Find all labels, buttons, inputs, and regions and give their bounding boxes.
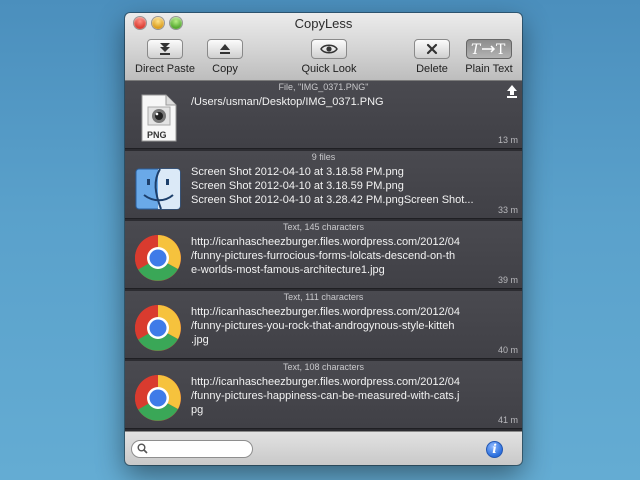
- clip-line: e-worlds-most-famous-architecture1.jpg: [191, 264, 385, 276]
- eject-copy-icon[interactable]: [207, 39, 243, 59]
- copy-label: Copy: [212, 63, 238, 75]
- clip-list[interactable]: File, "IMG_0371.PNG" PNG /Users/usman/De…: [125, 81, 522, 431]
- direct-paste-button[interactable]: Direct Paste: [134, 39, 196, 75]
- chrome-icon: [133, 373, 183, 423]
- copyless-window: CopyLess Direct Paste Copy Quick Look De…: [125, 13, 522, 465]
- clip-line: pg: [191, 404, 204, 416]
- direct-paste-icon[interactable]: [147, 39, 183, 59]
- clip-line: http://icanhascheezburger.files.wordpres…: [191, 236, 461, 248]
- search-field[interactable]: [131, 440, 253, 458]
- clip-type-header: Text, 111 characters: [283, 292, 364, 302]
- list-item[interactable]: Text, 145 characters http://icanhascheez…: [125, 221, 522, 289]
- svg-text:PNG: PNG: [147, 130, 167, 140]
- clip-line: /funny-pictures-furrocious-forms-lolcats…: [191, 250, 456, 262]
- clip-line: http://icanhascheezburger.files.wordpres…: [191, 376, 461, 388]
- clip-line: http://icanhascheezburger.files.wordpres…: [191, 306, 461, 318]
- titlebar: CopyLess Direct Paste Copy Quick Look De…: [125, 13, 522, 81]
- delete-button[interactable]: Delete: [412, 39, 452, 75]
- clip-content: http://icanhascheezburger.files.wordpres…: [191, 305, 501, 347]
- upload-icon[interactable]: [506, 84, 518, 98]
- delete-label: Delete: [416, 63, 448, 75]
- direct-paste-label: Direct Paste: [135, 63, 195, 75]
- clip-time: 40 m: [497, 345, 518, 355]
- finder-icon: [133, 163, 183, 213]
- list-item[interactable]: Text, 111 characters http://icanhascheez…: [125, 291, 522, 359]
- list-item[interactable]: File, "IMG_0371.PNG" PNG /Users/usman/De…: [125, 81, 522, 149]
- search-input[interactable]: [150, 442, 250, 458]
- plain-text-button[interactable]: TT Plain Text: [459, 39, 519, 75]
- list-item[interactable]: Text, 108 characters http://icanhascheez…: [125, 361, 522, 429]
- svg-text:T: T: [471, 42, 482, 57]
- clip-line: /Users/usman/Desktop/IMG_0371.PNG: [191, 96, 384, 108]
- x-delete-icon[interactable]: [414, 39, 450, 59]
- svg-text:T: T: [496, 42, 506, 57]
- copy-button[interactable]: Copy: [205, 39, 245, 75]
- clip-time: 13 m: [497, 135, 518, 145]
- quick-look-button[interactable]: Quick Look: [297, 39, 361, 75]
- clip-content: http://icanhascheezburger.files.wordpres…: [191, 235, 501, 277]
- window-title: CopyLess: [294, 16, 353, 31]
- clip-line: /funny-pictures-happiness-can-be-measure…: [191, 390, 460, 402]
- png-file-icon: PNG: [133, 93, 183, 143]
- eye-icon[interactable]: [311, 39, 347, 59]
- clip-type-header: File, "IMG_0371.PNG": [278, 82, 369, 92]
- clip-time: 33 m: [497, 205, 518, 215]
- clip-time: 41 m: [497, 415, 518, 425]
- info-icon[interactable]: i: [486, 441, 503, 458]
- clip-type-header: Text, 108 characters: [282, 362, 365, 372]
- clip-content: /Users/usman/Desktop/IMG_0371.PNG: [191, 95, 501, 109]
- clip-line: /funny-pictures-you-rock-that-androgynou…: [191, 320, 455, 332]
- clip-line: Screen Shot 2012-04-10 at 3.18.59 PM.png: [191, 180, 404, 192]
- clip-time: 39 m: [497, 275, 518, 285]
- plain-text-label: Plain Text: [465, 63, 513, 75]
- clip-content: http://icanhascheezburger.files.wordpres…: [191, 375, 501, 417]
- chrome-icon: [133, 303, 183, 353]
- clip-line: Screen Shot 2012-04-10 at 3.28.42 PM.png…: [191, 194, 474, 206]
- clip-line: .jpg: [191, 334, 209, 346]
- clip-type-header: Text, 145 characters: [282, 222, 365, 232]
- plain-text-icon[interactable]: TT: [466, 39, 512, 59]
- list-item[interactable]: 9 files Screen Shot 2012-04-10 at 3.18.5…: [125, 151, 522, 219]
- quick-look-label: Quick Look: [301, 63, 357, 75]
- clip-content: Screen Shot 2012-04-10 at 3.18.58 PM.png…: [191, 165, 501, 207]
- search-icon: [137, 443, 148, 454]
- bottom-bar: i: [125, 431, 522, 465]
- chrome-icon: [133, 233, 183, 283]
- clip-line: Screen Shot 2012-04-10 at 3.18.58 PM.png: [191, 166, 404, 178]
- clip-type-header: 9 files: [311, 152, 336, 162]
